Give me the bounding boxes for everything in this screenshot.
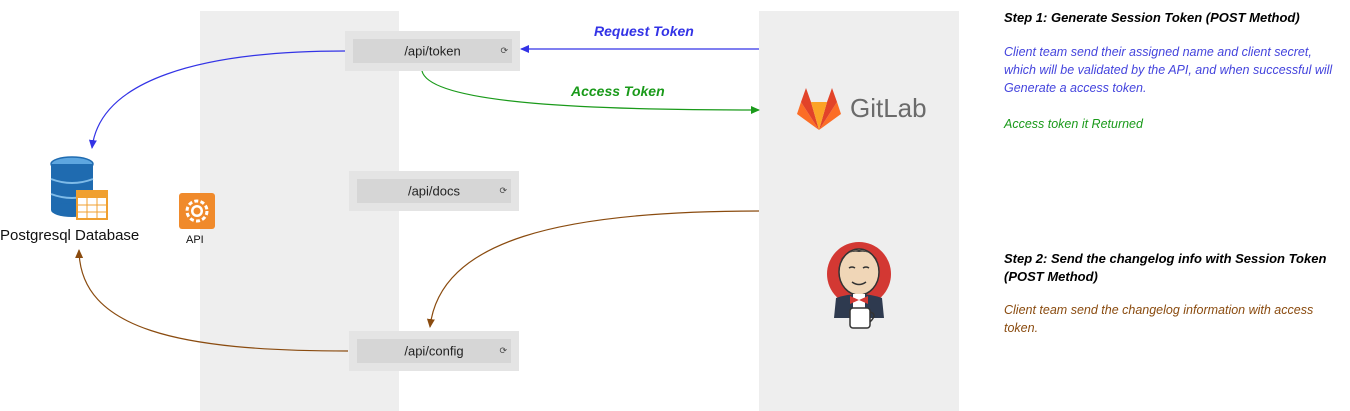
endpoint-token-label: /api/token — [404, 43, 461, 59]
database-table-icon — [48, 155, 110, 221]
jenkins-butler-icon — [826, 238, 894, 332]
endpoint-config[interactable]: /api/config ⟳ — [349, 331, 519, 371]
gitlab-label: GitLab — [850, 93, 927, 123]
gitlab-fox-icon — [796, 87, 842, 131]
refresh-icon: ⟳ — [500, 45, 508, 56]
config-to-db-arrow — [75, 249, 349, 352]
step2-text: Client team send the changelog informati… — [1004, 303, 1314, 335]
step1-result: Access token it Returned — [1004, 117, 1143, 131]
token-to-db-arrow — [88, 50, 346, 149]
endpoint-docs-label: /api/docs — [407, 183, 461, 199]
api-label: API — [186, 234, 204, 246]
jenkins-to-config-arrow — [426, 210, 760, 328]
access-token-label: Access Token — [571, 83, 665, 99]
gear-api-icon — [179, 193, 215, 229]
step1-text: Client team send their assigned name and… — [1004, 45, 1333, 95]
endpoint-token[interactable]: /api/token ⟳ — [345, 31, 520, 71]
step2-title: Step 2: Send the changelog info with Ses… — [1004, 251, 1327, 284]
step1-title: Step 1: Generate Session Token (POST Met… — [1004, 10, 1300, 25]
endpoint-config-label: /api/config — [404, 343, 464, 359]
refresh-icon: ⟳ — [499, 345, 507, 356]
endpoint-docs[interactable]: /api/docs ⟳ — [349, 171, 519, 211]
database-label: Postgresql Database — [0, 227, 140, 244]
refresh-icon: ⟳ — [499, 185, 507, 196]
request-token-label: Request Token — [594, 23, 694, 39]
